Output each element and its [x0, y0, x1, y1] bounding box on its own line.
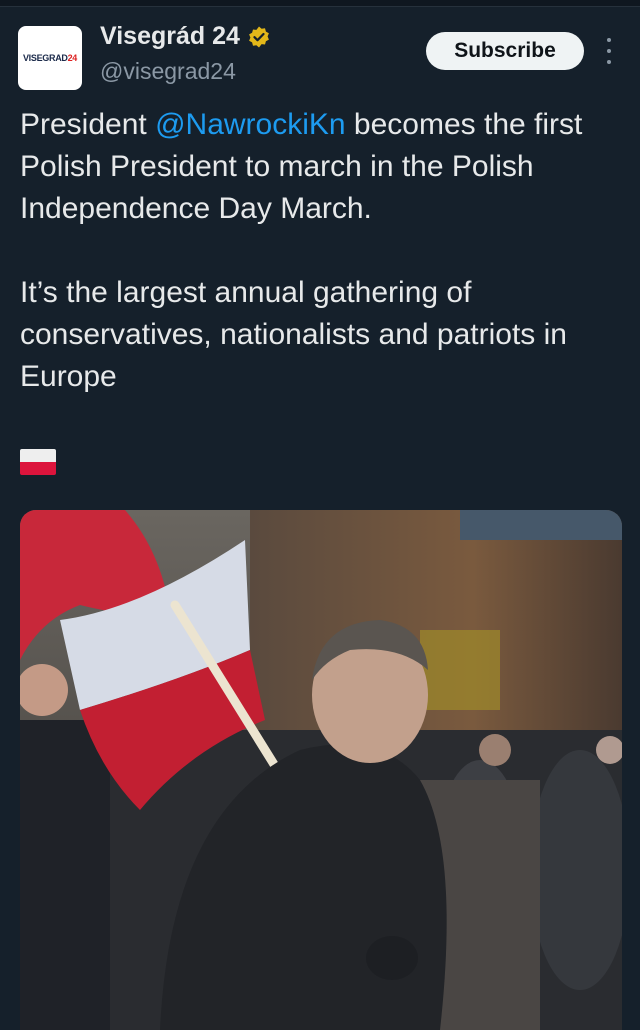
- marcher-glove: [366, 936, 418, 980]
- dot: [607, 60, 611, 64]
- building: [460, 510, 622, 540]
- mention-link[interactable]: @NawrockiKn: [155, 108, 346, 141]
- avatar-logo-text: VISEGRAD24: [22, 53, 78, 63]
- subscribe-button[interactable]: Subscribe: [426, 32, 584, 70]
- tweet-paragraph-2: It’s the largest annual gathering of con…: [20, 276, 567, 393]
- handle[interactable]: @visegrad24: [100, 58, 236, 85]
- vertical-ellipsis-icon[interactable]: [600, 38, 618, 64]
- bystander: [20, 720, 110, 1030]
- verified-badge-icon: [249, 26, 269, 47]
- top-divider: [0, 0, 640, 7]
- video-frame: [20, 510, 622, 1030]
- dot: [607, 38, 611, 42]
- tweet-text: President @NawrockiKn becomes the first …: [20, 104, 620, 398]
- tweet-paragraph-1: President @NawrockiKn becomes the first …: [20, 104, 620, 230]
- polish-flag-emoji: [20, 449, 56, 475]
- crowd-face: [479, 734, 511, 766]
- storefront-light: [420, 630, 500, 710]
- tweet-text-segment: President: [20, 108, 156, 141]
- dot: [607, 49, 611, 53]
- display-name-text[interactable]: Visegrád 24: [100, 22, 240, 51]
- display-name[interactable]: Visegrád 24: [100, 22, 271, 51]
- tweet-video[interactable]: [20, 510, 622, 1030]
- avatar[interactable]: VISEGRAD24: [18, 26, 82, 90]
